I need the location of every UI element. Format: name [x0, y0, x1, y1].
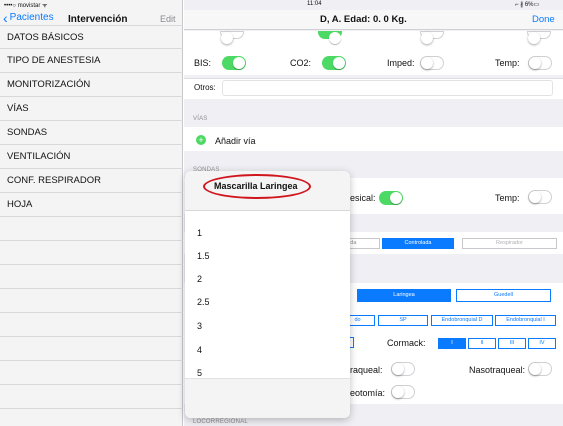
picker-option[interactable]: 5: [197, 368, 202, 378]
sidebar-item-tipo-anestesia[interactable]: TIPO DE ANESTESIA: [0, 49, 183, 73]
ventilacion-seg-respirador[interactable]: Respirador: [462, 238, 557, 249]
sidebar-empty-row: [0, 217, 183, 241]
otros-input[interactable]: [222, 80, 553, 96]
sonda-temp-label: Temp:: [495, 193, 520, 203]
imped-toggle[interactable]: [420, 56, 444, 70]
cormack-3[interactable]: III: [498, 338, 526, 349]
sidebar-item-datos-basicos[interactable]: DATOS BÁSICOS: [0, 25, 183, 49]
traqueotomia-label: eotomía:: [350, 388, 386, 398]
sonda-temp-toggle[interactable]: [528, 190, 552, 204]
temp-toggle[interactable]: [528, 56, 552, 70]
picker-option[interactable]: 3: [197, 321, 202, 331]
cormack-label: Cormack:: [387, 338, 426, 348]
otros-label: Otros:: [194, 83, 216, 92]
temp-label: Temp:: [495, 58, 520, 68]
back-label: Pacientes: [9, 12, 54, 23]
sidebar-item-monitorizacion[interactable]: MONITORIZACIÓN: [0, 73, 183, 97]
traqueotomia-toggle[interactable]: [391, 385, 415, 399]
sidebar: ••••○ movistar ᯤ ‹ Pacientes Intervenció…: [0, 0, 183, 426]
carrier-status: ••••○ movistar ᯤ: [4, 3, 48, 9]
picker-option[interactable]: 2.5: [197, 297, 210, 307]
cormack-2[interactable]: II: [468, 338, 496, 349]
sidebar-empty-row: [0, 289, 183, 313]
battery-status: ⌐ ∦ 6%▭: [515, 2, 540, 8]
add-icon[interactable]: +: [196, 135, 206, 145]
picker-option[interactable]: 4: [197, 345, 202, 355]
add-via-button[interactable]: Añadir vía: [215, 136, 256, 146]
intubacion-seg-endo-i[interactable]: Endobronquial I: [495, 315, 556, 326]
partial-toggle[interactable]: [527, 31, 551, 44]
back-button[interactable]: ‹ Pacientes: [3, 9, 54, 26]
co2-label: CO2:: [290, 58, 312, 68]
done-button[interactable]: Done: [532, 14, 555, 25]
picker-option[interactable]: 1: [197, 228, 202, 238]
sidebar-item-vias[interactable]: VÍAS: [0, 97, 183, 121]
partial-toggle[interactable]: [420, 31, 444, 44]
chevron-left-icon: ‹: [3, 9, 8, 26]
orotraqueal-label: raqueal:: [350, 365, 383, 375]
laringea-button[interactable]: Laringea: [357, 289, 451, 302]
co2-toggle[interactable]: [322, 56, 346, 70]
bis-toggle[interactable]: [222, 56, 246, 70]
patient-header: D, A. Edad: 0. 0 Kg.: [320, 14, 407, 25]
partial-toggle[interactable]: [220, 31, 244, 44]
nasotraqueal-toggle[interactable]: [528, 362, 552, 376]
picker-footer: [185, 378, 350, 418]
sidebar-empty-row: [0, 241, 183, 265]
sidebar-item-conf-respirador[interactable]: CONF. RESPIRADOR: [0, 169, 183, 193]
cormack-4[interactable]: IV: [528, 338, 556, 349]
orotraqueal-toggle[interactable]: [391, 362, 415, 376]
sidebar-item-hoja[interactable]: HOJA: [0, 193, 183, 217]
status-time: 11:04: [307, 1, 322, 7]
intubacion-seg-endo-d[interactable]: Endobronquial D: [431, 315, 493, 326]
edit-button[interactable]: Edit: [160, 14, 176, 24]
sidebar-empty-row: [0, 385, 183, 409]
mascarilla-picker-popover: Mascarilla Laringea 1 1.5 2 2.5 3 4 5: [185, 171, 350, 418]
imped-label: Imped:: [387, 58, 415, 68]
locorregional-section-header: LOCORREGIONAL: [193, 419, 248, 425]
sidebar-empty-row: [0, 361, 183, 385]
partial-toggle[interactable]: [318, 31, 342, 44]
ventilacion-seg-controlada[interactable]: Controlada: [382, 238, 454, 249]
picker-option[interactable]: 1.5: [197, 251, 210, 261]
sidebar-title: Intervención: [68, 14, 128, 25]
highlight-circle: [203, 174, 311, 199]
guedell-button[interactable]: Guedell: [456, 289, 551, 302]
picker-option[interactable]: 2: [197, 274, 202, 284]
nasotraqueal-label: Nasotraqueal:: [469, 365, 526, 375]
bis-label: BIS:: [194, 58, 212, 68]
sidebar-empty-row: [0, 265, 183, 289]
vias-section-header: VÍAS: [193, 116, 208, 122]
cormack-1[interactable]: I: [438, 338, 466, 349]
vesical-label: esical:: [350, 193, 376, 203]
sidebar-item-sondas[interactable]: SONDAS: [0, 121, 183, 145]
intubacion-seg-sp[interactable]: SP: [378, 315, 428, 326]
sidebar-item-ventilacion[interactable]: VENTILACIÓN: [0, 145, 183, 169]
sidebar-empty-row: [0, 313, 183, 337]
sidebar-empty-row: [0, 337, 183, 361]
vesical-toggle[interactable]: [379, 191, 403, 205]
